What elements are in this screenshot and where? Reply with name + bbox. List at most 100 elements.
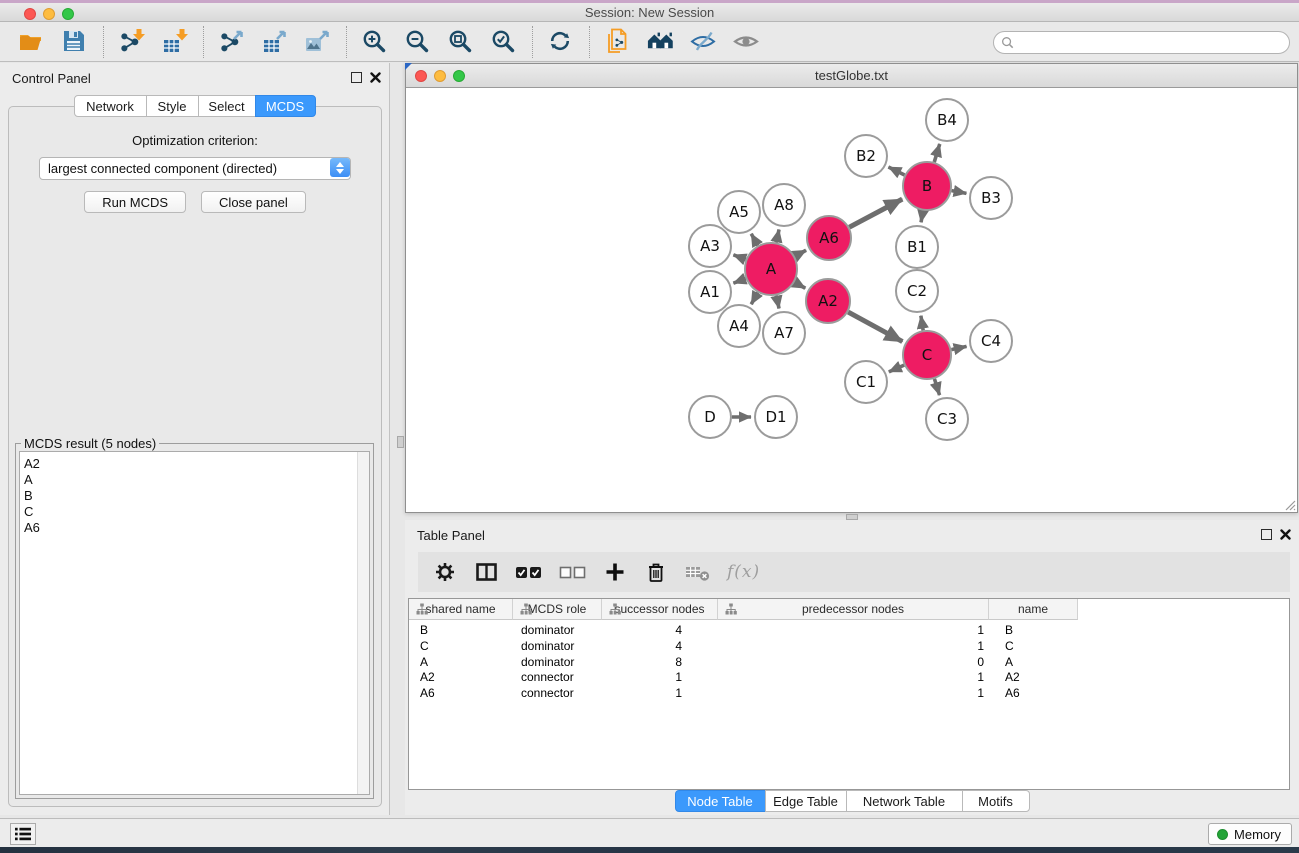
delete-row-button[interactable] (644, 559, 668, 585)
column-header-predecessor-nodes[interactable]: predecessor nodes (718, 599, 989, 620)
node-A1[interactable]: A1 (689, 271, 731, 313)
table-cell[interactable]: C (409, 639, 513, 655)
edge-B-B4[interactable] (934, 144, 939, 162)
zoom-selected-button[interactable] (485, 25, 521, 59)
node-C3[interactable]: C3 (926, 398, 968, 440)
edge-A-A6[interactable] (795, 250, 806, 256)
select-stepper-icon[interactable] (330, 158, 350, 177)
memory-button[interactable]: Memory (1208, 823, 1292, 845)
float-panel-icon[interactable] (351, 72, 362, 83)
columns-button[interactable] (474, 559, 498, 585)
node-A5[interactable]: A5 (718, 191, 760, 233)
table-cell[interactable]: 1 (718, 670, 989, 686)
table-cell[interactable]: 1 (718, 639, 989, 655)
close-panel-button[interactable]: Close panel (201, 191, 306, 213)
open-session-button[interactable] (13, 25, 49, 59)
table-cell[interactable]: A6 (409, 686, 513, 702)
result-list-item[interactable]: C (24, 504, 353, 520)
node-A8[interactable]: A8 (763, 184, 805, 226)
edge-A-A3[interactable] (733, 255, 745, 260)
resize-grip-icon[interactable] (1282, 497, 1296, 511)
table-cell[interactable]: A6 (989, 686, 1078, 702)
edge-B-B3[interactable] (952, 191, 967, 194)
zoom-fit-button[interactable] (442, 25, 478, 59)
table-cell[interactable]: 8 (602, 655, 718, 671)
node-B[interactable]: B (903, 162, 951, 210)
close-panel-icon[interactable] (370, 72, 381, 83)
table-cell[interactable]: dominator (513, 623, 602, 639)
edge-A2-C[interactable] (848, 312, 902, 342)
edge-A-A7[interactable] (776, 295, 779, 308)
edge-B-B1[interactable] (921, 211, 923, 223)
table-cell[interactable]: 1 (718, 623, 989, 639)
node-C4[interactable]: C4 (970, 320, 1012, 362)
node-B3[interactable]: B3 (970, 177, 1012, 219)
table-cell[interactable]: A (409, 655, 513, 671)
table-cell[interactable]: 1 (718, 686, 989, 702)
node-B1[interactable]: B1 (896, 226, 938, 268)
node-A7[interactable]: A7 (763, 312, 805, 354)
node-B4[interactable]: B4 (926, 99, 968, 141)
tab-select[interactable]: Select (198, 95, 256, 117)
settings-button[interactable] (433, 559, 457, 585)
table-cell[interactable]: 4 (602, 623, 718, 639)
node-C1[interactable]: C1 (845, 361, 887, 403)
zoom-out-button[interactable] (399, 25, 435, 59)
task-history-button[interactable] (10, 823, 36, 845)
export-table-button[interactable] (256, 25, 292, 59)
zoom-in-button[interactable] (356, 25, 392, 59)
tab-style[interactable]: Style (146, 95, 199, 117)
table-cell[interactable]: B (409, 623, 513, 639)
result-list-item[interactable]: B (24, 488, 353, 504)
tab-network[interactable]: Network (74, 95, 147, 117)
node-C[interactable]: C (903, 331, 951, 379)
table-cell[interactable]: dominator (513, 655, 602, 671)
refresh-button[interactable] (542, 25, 578, 59)
column-header-shared-name[interactable]: shared name (409, 599, 513, 620)
edge-A-A8[interactable] (776, 229, 779, 242)
table-cell[interactable]: 0 (718, 655, 989, 671)
import-network-button[interactable] (113, 25, 149, 59)
import-table-button[interactable] (156, 25, 192, 59)
node-A3[interactable]: A3 (689, 225, 731, 267)
criterion-select[interactable]: largest connected component (directed) (39, 157, 351, 180)
edge-C-C1[interactable] (889, 365, 904, 372)
column-header-successor-nodes[interactable]: successor nodes (602, 599, 718, 620)
node-C2[interactable]: C2 (896, 270, 938, 312)
edge-A-A1[interactable] (733, 279, 745, 284)
edge-A-A4[interactable] (751, 293, 758, 305)
edge-C-C2[interactable] (921, 316, 923, 331)
export-image-button[interactable] (299, 25, 335, 59)
table-cell[interactable]: 1 (602, 670, 718, 686)
deselect-all-button[interactable] (559, 559, 586, 585)
table-cell[interactable]: C (989, 639, 1078, 655)
desktop-vscroll-thumb[interactable] (397, 436, 404, 448)
node-A[interactable]: A (745, 243, 797, 295)
tab-motifs[interactable]: Motifs (962, 790, 1030, 812)
select-all-button[interactable] (515, 559, 542, 585)
result-list-item[interactable]: A (24, 472, 353, 488)
save-session-button[interactable] (56, 25, 92, 59)
node-B2[interactable]: B2 (845, 135, 887, 177)
node-A2[interactable]: A2 (806, 279, 850, 323)
network-canvas[interactable]: B4B2BB3A8A5A6A3B1AA1C2A2A4A7C4CC1C3DD1 (406, 88, 1297, 512)
edge-C-C3[interactable] (934, 379, 939, 395)
export-network-button[interactable] (213, 25, 249, 59)
search-box[interactable] (993, 31, 1290, 54)
table-cell[interactable]: B (989, 623, 1078, 639)
tab-network-table[interactable]: Network Table (846, 790, 963, 812)
table-cell[interactable]: 4 (602, 639, 718, 655)
edge-C-C4[interactable] (951, 346, 966, 349)
node-A4[interactable]: A4 (718, 305, 760, 347)
show-panel-button[interactable] (728, 25, 764, 59)
column-header-MCDS-role[interactable]: MCDS role (513, 599, 602, 620)
result-list-scrollbar[interactable] (357, 452, 369, 794)
result-list-item[interactable]: A6 (24, 520, 353, 536)
table-cell[interactable]: A (989, 655, 1078, 671)
table-cell[interactable]: A2 (989, 670, 1078, 686)
run-mcds-button[interactable]: Run MCDS (84, 191, 186, 213)
float-table-panel-icon[interactable] (1261, 529, 1272, 540)
tab-node-table[interactable]: Node Table (675, 790, 766, 812)
table-cell[interactable]: connector (513, 670, 602, 686)
edge-A-A2[interactable] (795, 282, 806, 288)
